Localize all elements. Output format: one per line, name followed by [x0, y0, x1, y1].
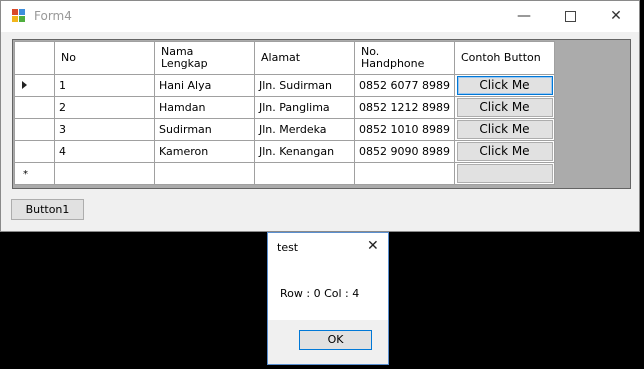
empty-button[interactable] [456, 164, 553, 183]
cell-hp[interactable]: 0852 1212 8989 [354, 96, 455, 119]
column-header-hp[interactable]: No. Handphone [354, 41, 455, 75]
title-bar[interactable]: Form4 — ✕ [1, 1, 639, 32]
column-header-alamat[interactable]: Alamat [254, 41, 355, 75]
minimize-button[interactable]: — [501, 1, 547, 32]
cell-hp[interactable]: 0852 9090 8989 [354, 140, 455, 163]
cell-no[interactable]: 4 [54, 140, 155, 163]
new-row-asterisk-icon: * [23, 169, 28, 180]
cell-no-empty[interactable] [54, 162, 155, 185]
corner-header[interactable] [14, 41, 55, 75]
dialog-close-icon[interactable]: ✕ [367, 238, 379, 254]
dialog-title: test [277, 241, 299, 254]
table-row[interactable]: 3 Sudirman Jln. Merdeka 0852 1010 8989 C… [14, 118, 555, 141]
row-header-current[interactable] [14, 74, 55, 97]
cell-alamat[interactable]: Jln. Merdeka [254, 118, 355, 141]
click-me-button[interactable]: Click Me [456, 98, 553, 117]
dialog-message: Row : 0 Col : 4 [280, 287, 360, 300]
current-row-arrow-icon [22, 81, 27, 89]
cell-no[interactable]: 2 [54, 96, 155, 119]
data-grid-table: No Nama Lengkap Alamat No. Handphone Conto… [14, 41, 555, 185]
cell-button: Click Me [454, 118, 555, 141]
window-title: Form4 [34, 9, 72, 23]
table-row[interactable]: 2 Hamdan Jln. Panglima 0852 1212 8989 Cl… [14, 96, 555, 119]
cell-nama-empty[interactable] [154, 162, 255, 185]
new-row[interactable]: * [14, 162, 555, 185]
cell-nama[interactable]: Hani Alya [154, 74, 255, 97]
close-button[interactable]: ✕ [593, 1, 639, 32]
main-window: Form4 — ✕ No Nama Lengkap Alamat No. Handp… [0, 0, 640, 232]
column-header-nama[interactable]: Nama Lengkap [154, 41, 255, 75]
header-row: No Nama Lengkap Alamat No. Handphone Conto… [14, 41, 555, 75]
cell-nama[interactable]: Sudirman [154, 118, 255, 141]
app-icon [12, 9, 26, 23]
table-row[interactable]: 1 Hani Alya Jln. Sudirman 0852 6077 8989… [14, 74, 555, 97]
cell-button: Click Me [454, 140, 555, 163]
click-me-button[interactable]: Click Me [456, 76, 553, 95]
cell-nama[interactable]: Hamdan [154, 96, 255, 119]
row-header[interactable] [14, 140, 55, 163]
data-grid[interactable]: No Nama Lengkap Alamat No. Handphone Conto… [12, 39, 631, 189]
cell-alamat[interactable]: Jln. Panglima [254, 96, 355, 119]
button1[interactable]: Button1 [11, 199, 84, 220]
cell-hp[interactable]: 0852 1010 8989 [354, 118, 455, 141]
cell-button: Click Me [454, 74, 555, 97]
cell-button: Click Me [454, 96, 555, 119]
cell-button-empty [454, 162, 555, 185]
cell-hp-empty[interactable] [354, 162, 455, 185]
dialog-footer: OK [268, 320, 388, 364]
column-header-button[interactable]: Contoh Button [454, 41, 555, 75]
cell-no[interactable]: 3 [54, 118, 155, 141]
row-header[interactable] [14, 118, 55, 141]
row-header-new[interactable]: * [14, 162, 55, 185]
row-header[interactable] [14, 96, 55, 119]
cell-alamat[interactable]: Jln. Sudirman [254, 74, 355, 97]
cell-nama[interactable]: Kameron [154, 140, 255, 163]
message-box: test ✕ Row : 0 Col : 4 OK [267, 232, 389, 365]
click-me-button[interactable]: Click Me [456, 142, 553, 161]
cell-alamat[interactable]: Jln. Kenangan [254, 140, 355, 163]
maximize-icon [564, 10, 576, 22]
column-header-no[interactable]: No [54, 41, 155, 75]
cell-alamat-empty[interactable] [254, 162, 355, 185]
maximize-button[interactable] [547, 1, 593, 32]
cell-hp[interactable]: 0852 6077 8989 [354, 74, 455, 97]
click-me-button[interactable]: Click Me [456, 120, 553, 139]
cell-no[interactable]: 1 [54, 74, 155, 97]
table-row[interactable]: 4 Kameron Jln. Kenangan 0852 9090 8989 C… [14, 140, 555, 163]
ok-button[interactable]: OK [299, 330, 372, 350]
